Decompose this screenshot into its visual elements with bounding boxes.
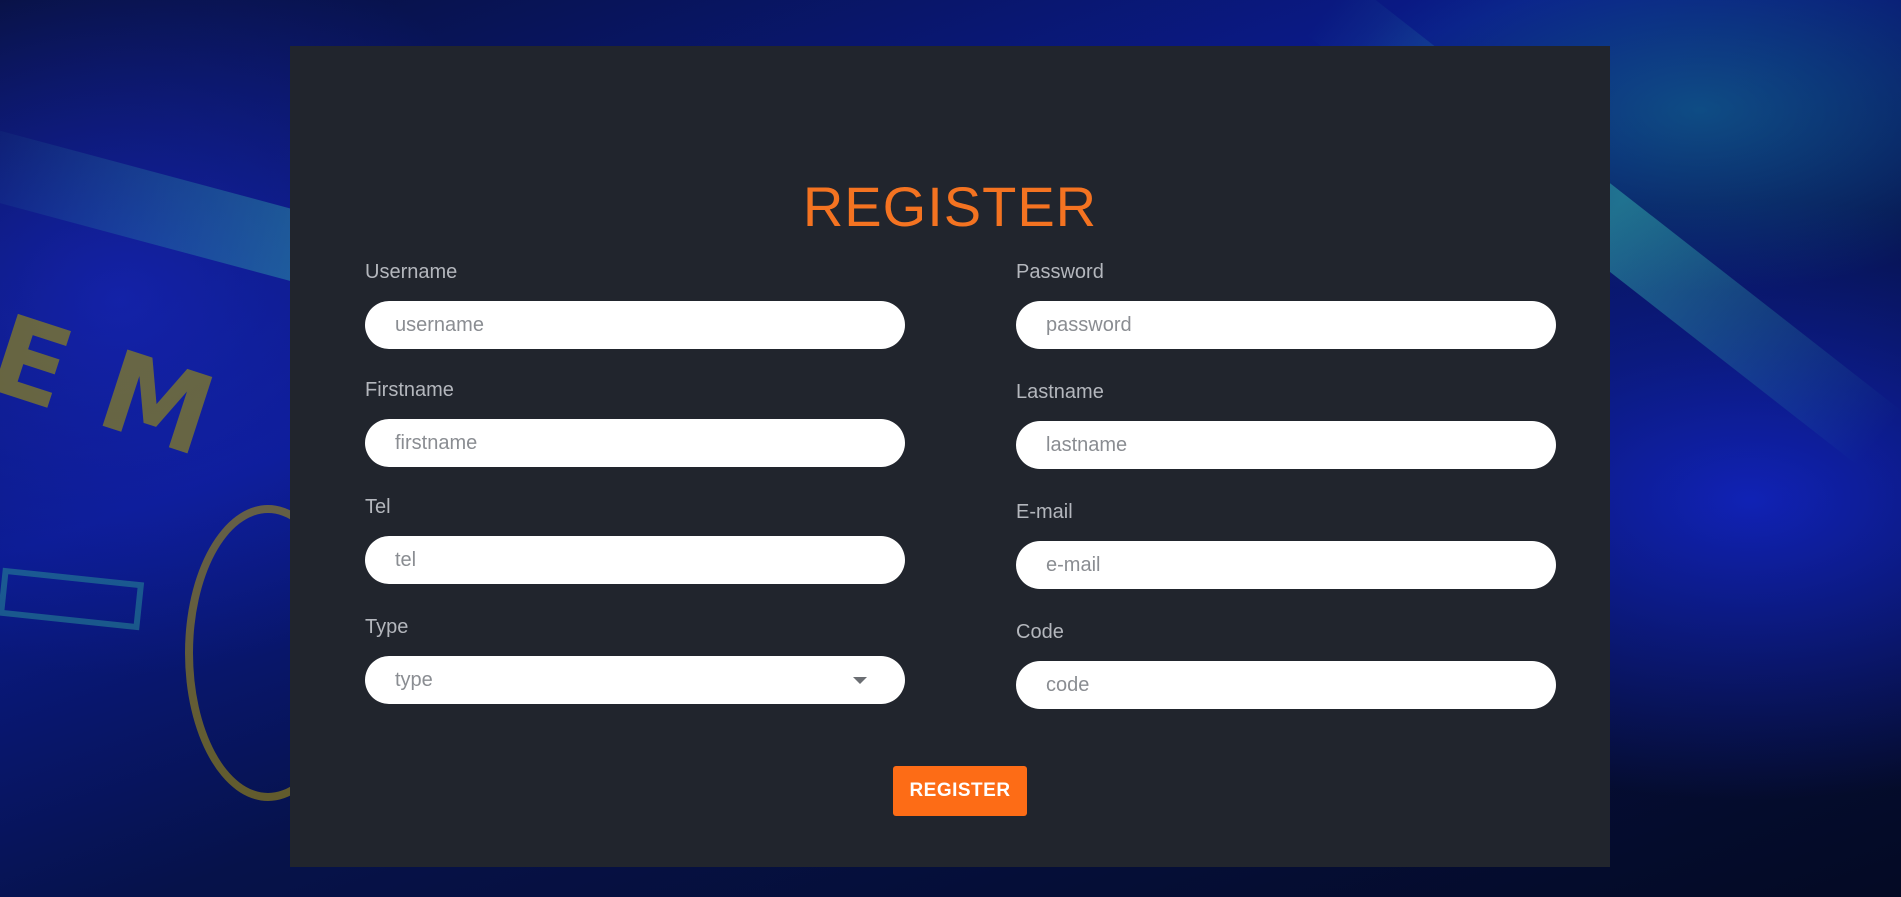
chevron-down-icon [853,677,867,684]
email-input[interactable] [1016,541,1556,589]
password-input[interactable] [1016,301,1556,349]
type-select-value: type [395,668,433,691]
firstname-input[interactable] [365,419,905,467]
firstname-field: Firstname [365,378,905,467]
type-label: Type [365,616,409,638]
page-title: REGISTER [802,175,1098,238]
code-label: Code [1016,621,1064,643]
username-label: Username [365,261,458,283]
register-card: REGISTER Username Password Firstname Las… [290,46,1610,867]
email-label: E-mail [1016,501,1073,523]
lastname-field: Lastname [1016,380,1556,469]
username-input[interactable] [365,301,905,349]
code-input[interactable] [1016,661,1556,709]
tel-label: Tel [365,496,391,518]
code-field: Code [1016,620,1556,709]
password-field: Password [1016,260,1556,349]
password-label: Password [1016,261,1104,283]
background-sign-letters: EM [0,290,267,494]
email-field: E-mail [1016,500,1556,589]
type-select[interactable]: type [365,656,905,704]
lastname-label: Lastname [1016,381,1104,403]
username-field: Username [365,260,905,349]
type-field: Type type [365,615,905,704]
tel-field: Tel [365,495,905,584]
firstname-label: Firstname [365,379,454,401]
background-sign-rect [0,567,145,631]
lastname-input[interactable] [1016,421,1556,469]
tel-input[interactable] [365,536,905,584]
register-button[interactable]: REGISTER [893,766,1027,816]
